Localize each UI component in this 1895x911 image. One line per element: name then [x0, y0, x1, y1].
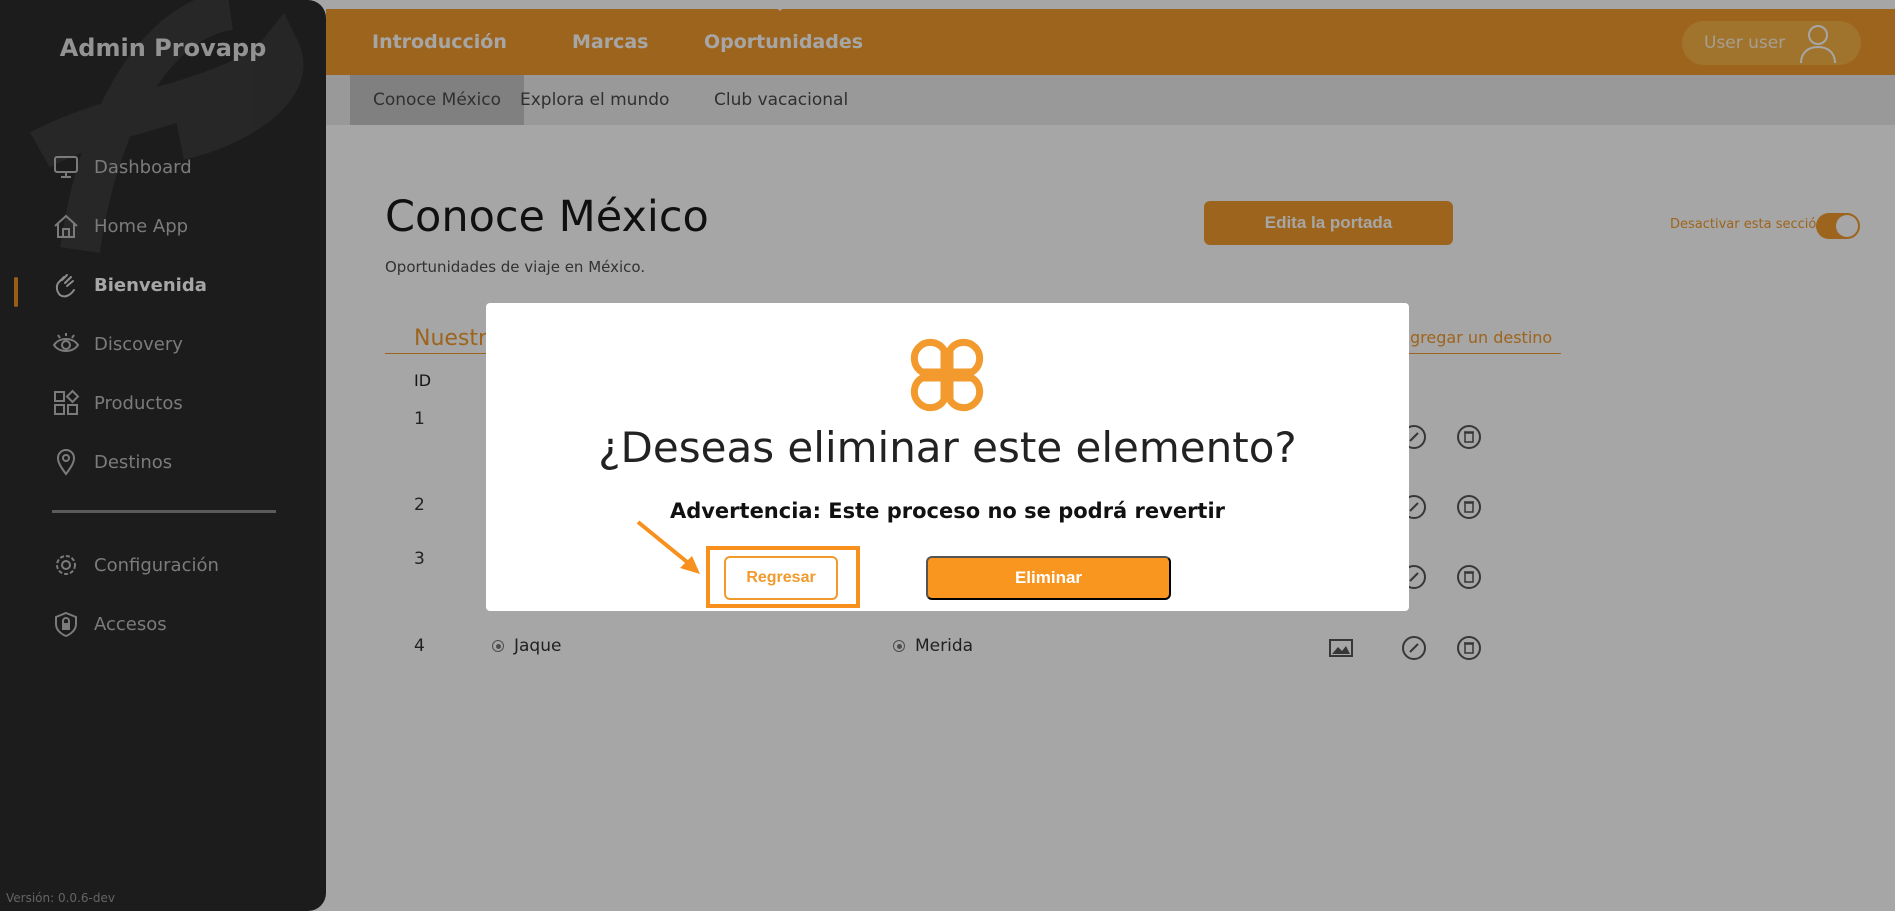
annotation-highlight-box [706, 546, 860, 608]
modal-title: ¿Deseas eliminar este elemento? [598, 423, 1297, 472]
modal-warning: Advertencia: Este proceso no se podrá re… [669, 499, 1226, 523]
confirm-delete-modal: ¿Deseas eliminar este elemento? Adverten… [486, 303, 1409, 611]
annotation-arrow-icon [636, 520, 700, 574]
brand-clover-icon [910, 338, 984, 412]
delete-button[interactable]: Eliminar [926, 556, 1171, 600]
